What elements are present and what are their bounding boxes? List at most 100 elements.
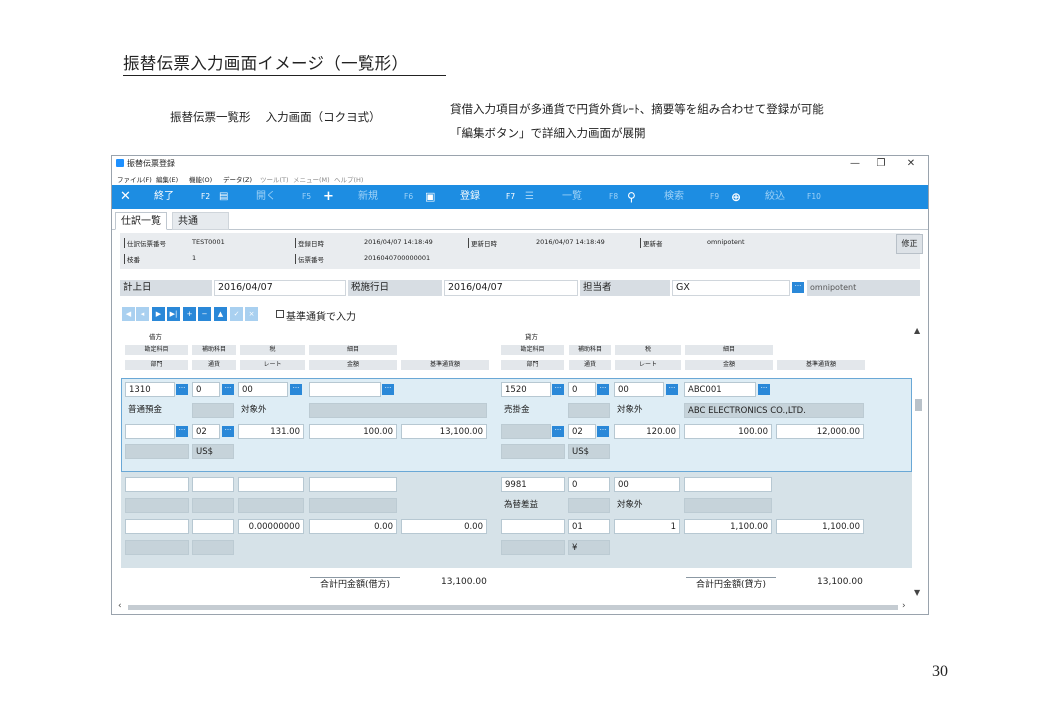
credit-base-amount-input[interactable]: 12,000.00 (776, 424, 864, 439)
minimize-button[interactable]: — (842, 156, 868, 172)
debit-department-input[interactable] (125, 424, 175, 439)
search-key: F9 (710, 192, 720, 201)
register-button[interactable]: 登録 (460, 185, 480, 209)
row2-credit-detail-input[interactable] (684, 477, 772, 492)
tax-date-input[interactable]: 2016/04/07 (444, 280, 578, 296)
credit-rate-input[interactable]: 120.00 (614, 424, 680, 439)
open-icon[interactable]: ▤ (219, 185, 228, 209)
row2-debit-detail-input[interactable] (309, 477, 397, 492)
list-icon[interactable]: ☰ (525, 185, 534, 209)
row2-debit-account-input[interactable] (125, 477, 189, 492)
person-code-input[interactable]: GX (672, 280, 790, 296)
scroll-thumb[interactable] (915, 399, 922, 411)
menu-tools[interactable]: ツール(T) (260, 174, 289, 184)
search-icon[interactable]: ⚲ (627, 185, 636, 209)
menu-edit[interactable]: 編集(E) (156, 174, 178, 184)
exit-icon[interactable]: ✕ (120, 185, 131, 209)
tab-common[interactable]: 共通 (172, 212, 229, 230)
cancel-row-button[interactable]: × (245, 307, 258, 321)
menu-file[interactable]: ファイル(F) (117, 174, 152, 184)
first-row-button[interactable]: ◀ (122, 307, 135, 321)
filter-icon[interactable]: ⊕ (731, 185, 741, 209)
debit-account-lookup-button[interactable]: ··· (176, 384, 188, 395)
base-currency-checkbox[interactable] (276, 310, 284, 318)
close-button[interactable]: ✕ (898, 156, 924, 172)
row2-debit-department-input[interactable] (125, 519, 189, 534)
delete-row-button[interactable]: − (198, 307, 211, 321)
row2-credit-base-amount-input[interactable]: 1,100.00 (776, 519, 864, 534)
credit-header-sub-account: 補助科目 (569, 345, 611, 355)
debit-rate-input[interactable]: 131.00 (238, 424, 304, 439)
debit-detail-input[interactable] (309, 382, 381, 397)
row2-credit-sub-account-input[interactable]: 0 (568, 477, 610, 492)
scroll-down-icon[interactable]: ▼ (914, 588, 920, 597)
credit-sub-account-input[interactable]: 0 (568, 382, 596, 397)
credit-detail-lookup-button[interactable]: ··· (758, 384, 770, 395)
debit-account-input[interactable]: 1310 (125, 382, 175, 397)
row2-debit-sub-account-input[interactable] (192, 477, 234, 492)
credit-currency-input[interactable]: 02 (568, 424, 596, 439)
credit-tax-input[interactable]: 00 (614, 382, 664, 397)
menu-menu[interactable]: メニュー(M) (293, 174, 330, 184)
vertical-scrollbar[interactable]: ▲ ▼ (912, 326, 926, 598)
correct-button[interactable]: 修正 (896, 234, 923, 254)
row2-debit-currency-input[interactable] (192, 519, 234, 534)
row2-credit-amount-input[interactable]: 1,100.00 (684, 519, 772, 534)
debit-base-amount-input[interactable]: 13,100.00 (401, 424, 487, 439)
search-button[interactable]: 検索 (664, 185, 684, 209)
scroll-right-icon[interactable]: › (902, 601, 906, 611)
credit-department-lookup-button[interactable]: ··· (552, 426, 564, 437)
last-row-button[interactable]: ▶| (167, 307, 180, 321)
debit-sub-account-lookup-button[interactable]: ··· (222, 384, 234, 395)
debit-amount-input[interactable]: 100.00 (309, 424, 397, 439)
row2-credit-department-input[interactable] (501, 519, 565, 534)
filter-button[interactable]: 絞込 (765, 185, 785, 209)
open-button[interactable]: 開く (256, 185, 276, 209)
add-row-button[interactable]: + (183, 307, 196, 321)
row2-credit-account-input[interactable]: 9981 (501, 477, 565, 492)
new-icon[interactable]: + (323, 185, 334, 209)
move-up-button[interactable]: ▲ (214, 307, 227, 321)
row2-credit-currency-input[interactable]: 01 (568, 519, 610, 534)
credit-currency-lookup-button[interactable]: ··· (597, 426, 609, 437)
credit-account-lookup-button[interactable]: ··· (552, 384, 564, 395)
debit-detail-lookup-button[interactable]: ··· (382, 384, 394, 395)
row2-debit-base-amount-input[interactable]: 0.00 (401, 519, 487, 534)
register-icon[interactable]: ▣ (425, 185, 435, 209)
credit-account-input[interactable]: 1520 (501, 382, 551, 397)
restore-button[interactable]: ❐ (868, 156, 894, 172)
confirm-row-button[interactable]: ✓ (230, 307, 243, 321)
list-button[interactable]: 一覧 (562, 185, 582, 209)
credit-amount-input[interactable]: 100.00 (684, 424, 772, 439)
row2-debit-tax-input[interactable] (238, 477, 304, 492)
menu-function[interactable]: 機能(O) (189, 174, 212, 184)
person-lookup-button[interactable]: ··· (792, 282, 804, 293)
scroll-up-icon[interactable]: ▲ (914, 326, 920, 335)
posting-date-input[interactable]: 2016/04/07 (214, 280, 346, 296)
exit-button[interactable]: 終了 (154, 185, 174, 209)
horizontal-scroll-thumb[interactable] (128, 605, 898, 610)
credit-tax-lookup-button[interactable]: ··· (666, 384, 678, 395)
debit-tax-input[interactable]: 00 (238, 382, 288, 397)
debit-department-lookup-button[interactable]: ··· (176, 426, 188, 437)
row2-debit-rate-input[interactable]: 0.00000000 (238, 519, 304, 534)
scroll-left-icon[interactable]: ‹ (118, 601, 122, 611)
menu-data[interactable]: データ(Z) (223, 174, 252, 184)
credit-sub-account-lookup-button[interactable]: ··· (597, 384, 609, 395)
tab-journal-list[interactable]: 仕訳一覧 (115, 212, 167, 230)
menu-help[interactable]: ヘルプ(H) (334, 174, 363, 184)
prev-row-button[interactable]: ◂ (136, 307, 149, 321)
credit-department-input[interactable] (501, 424, 551, 439)
person-label: 担当者 (580, 280, 670, 296)
debit-currency-input[interactable]: 02 (192, 424, 220, 439)
credit-detail-input[interactable]: ABC001 (684, 382, 756, 397)
debit-tax-lookup-button[interactable]: ··· (290, 384, 302, 395)
horizontal-scrollbar[interactable]: ‹ › (112, 600, 928, 614)
debit-currency-lookup-button[interactable]: ··· (222, 426, 234, 437)
row2-credit-tax-input[interactable]: 00 (614, 477, 680, 492)
next-row-button[interactable]: ▶ (152, 307, 165, 321)
new-button[interactable]: 新規 (358, 185, 378, 209)
row2-debit-amount-input[interactable]: 0.00 (309, 519, 397, 534)
debit-sub-account-input[interactable]: 0 (192, 382, 220, 397)
row2-credit-rate-input[interactable]: 1 (614, 519, 680, 534)
